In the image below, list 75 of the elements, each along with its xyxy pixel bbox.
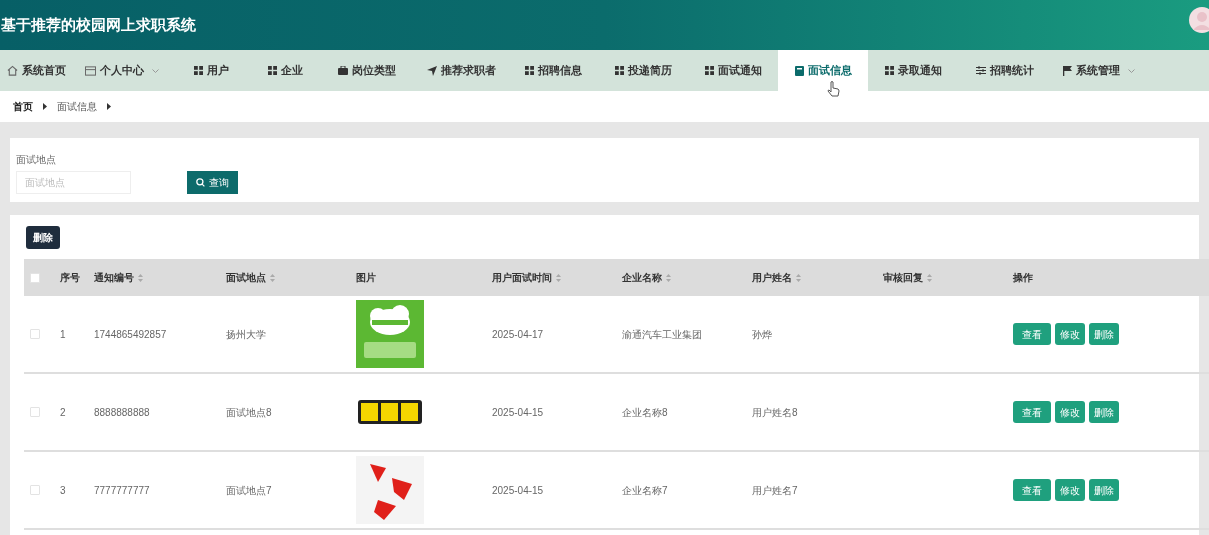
table-cell-text: 用户姓名7 <box>752 483 798 498</box>
book-icon <box>794 65 804 76</box>
field-label: 面试地点 <box>16 153 57 167</box>
nav-tab[interactable]: 投递简历 <box>598 50 688 91</box>
table-cell-text: 2025-04-17 <box>492 327 544 342</box>
column-header: 用户姓名 <box>752 271 792 285</box>
nav-tab[interactable]: 岗位类型 <box>319 50 414 91</box>
checkbox[interactable] <box>30 272 40 283</box>
table-cell-text: 2025-04-15 <box>492 405 544 420</box>
flag-icon <box>1063 65 1072 76</box>
table-cell-text: 7777777777 <box>94 483 150 498</box>
grid-icon <box>704 66 714 75</box>
table-cell-text: 渝通汽车工业集团 <box>622 327 702 342</box>
column-header: 通知编号 <box>94 271 134 285</box>
nav-tab[interactable]: 系统首页 <box>0 50 73 91</box>
nav-tab[interactable]: 面试通知 <box>688 50 778 91</box>
column-header: 审核回复 <box>883 271 923 285</box>
grid-icon <box>884 66 894 75</box>
nav-tab[interactable]: 系统管理 <box>1051 50 1147 91</box>
table-cell-text: 8888888888 <box>94 405 150 420</box>
chevron-right-icon <box>107 103 111 110</box>
table-cell-text: 3 <box>60 483 66 498</box>
nav-tab[interactable]: 推荐求职者 <box>414 50 508 91</box>
table-cell-text: 1744865492857 <box>94 327 167 342</box>
nav-tab[interactable]: 用户 <box>171 50 251 91</box>
column-header: 序号 <box>60 271 80 285</box>
briefcase-icon <box>337 66 348 75</box>
checkbox[interactable] <box>30 407 40 417</box>
breadcrumb-link[interactable]: 首页 <box>13 99 33 114</box>
search-field[interactable]: 面试地点 <box>16 171 131 194</box>
nav-tab[interactable]: 招聘统计 <box>958 50 1051 91</box>
column-header: 面试地点 <box>226 271 266 285</box>
table-cell-text: 2 <box>60 405 66 420</box>
column-header: 企业名称 <box>622 271 662 285</box>
table-cell-text: 2025-04-15 <box>492 483 544 498</box>
table-cell-text: 面试地点8 <box>226 405 272 420</box>
search-icon <box>196 178 205 187</box>
table-cell-text: 用户姓名8 <box>752 405 798 420</box>
checkbox[interactable] <box>30 329 40 339</box>
column-header: 用户面试时间 <box>492 271 552 285</box>
search-button[interactable]: 查询 <box>187 171 238 194</box>
table-cell-text: 孙烨 <box>752 327 772 342</box>
sort-icon[interactable] <box>270 273 275 282</box>
card-icon <box>85 65 96 76</box>
grid-icon <box>614 66 624 75</box>
sort-icon[interactable] <box>927 273 932 282</box>
sliders-icon <box>975 66 986 75</box>
sort-icon[interactable] <box>556 273 561 282</box>
send-icon <box>426 65 437 76</box>
table-cell-text: 企业名称7 <box>622 483 668 498</box>
grid-icon <box>267 66 277 75</box>
app-title: 基于推荐的校园网上求职系统 <box>0 14 196 35</box>
nav-tab[interactable]: 录取通知 <box>868 50 958 91</box>
sort-icon[interactable] <box>138 273 143 282</box>
table-cell-text: 1 <box>60 327 66 342</box>
sort-icon[interactable] <box>796 273 801 282</box>
grid-icon <box>524 66 534 75</box>
chevron-right-icon <box>43 103 47 110</box>
nav-tab[interactable]: 个人中心 <box>73 50 171 91</box>
checkbox[interactable] <box>30 485 40 495</box>
home-icon <box>7 65 18 76</box>
chevron-down-icon <box>1128 68 1135 73</box>
column-header: 图片 <box>356 271 376 285</box>
breadcrumb-link[interactable]: 面试信息 <box>57 99 97 114</box>
avatar-icon[interactable] <box>1189 7 1209 33</box>
sort-icon[interactable] <box>666 273 671 282</box>
table-cell-text: 扬州大学 <box>226 327 266 342</box>
delete-button[interactable]: 删除 <box>26 226 60 249</box>
grid-icon <box>193 66 203 75</box>
nav-tab[interactable]: 招聘信息 <box>508 50 598 91</box>
table-cell-text: 面试地点7 <box>226 483 272 498</box>
nav-tab[interactable]: 企业 <box>251 50 319 91</box>
chevron-down-icon <box>152 68 159 73</box>
column-header: 操作 <box>1013 271 1033 285</box>
table-cell-text: 企业名称8 <box>622 405 668 420</box>
